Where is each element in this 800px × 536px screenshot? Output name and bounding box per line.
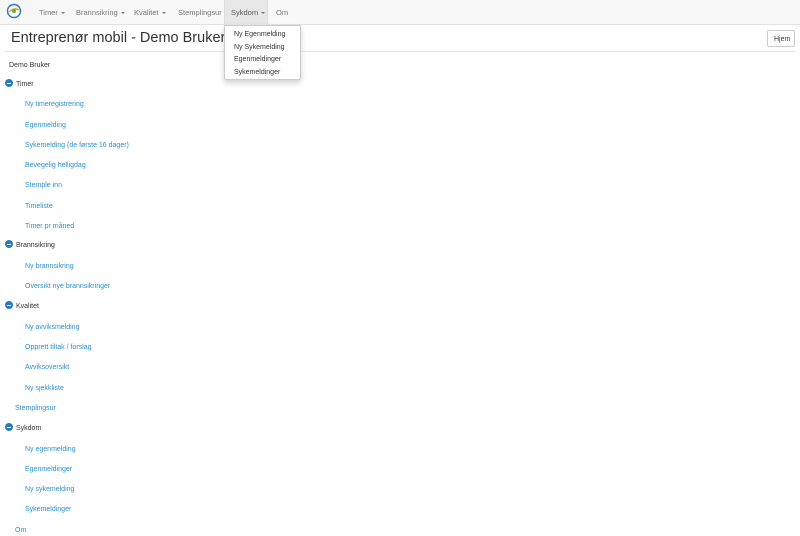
caret-down-icon <box>261 12 266 15</box>
link-ny-sjekkliste[interactable]: Ny sjekkliste <box>25 384 64 394</box>
link-om[interactable]: Om <box>15 526 26 536</box>
collapse-icon[interactable] <box>5 79 13 88</box>
dropdown-item-sykemeldinger[interactable]: Sykemeldinger <box>225 67 300 80</box>
link-opprett-tiltak[interactable]: Opprett tiltak / forslag <box>25 343 92 353</box>
dropdown-item-egenmeldinger[interactable]: Egenmeldinger <box>225 54 300 67</box>
caret-down-icon <box>161 12 166 15</box>
app-logo-icon[interactable] <box>6 3 22 19</box>
dropdown-item-ny-egenmelding[interactable]: Ny Egenmelding <box>225 29 300 42</box>
link-stemplingsur[interactable]: Stemplingsur <box>15 404 56 414</box>
link-timeliste[interactable]: Timeliste <box>25 202 53 212</box>
link-ny-avviksmelding[interactable]: Ny avviksmelding <box>25 323 79 333</box>
tree-group-kvalitet[interactable]: Kvalitet <box>5 301 39 312</box>
caret-down-icon <box>120 12 125 15</box>
link-oversikt-brannsikringer[interactable]: Oversikt nye brannsikringer <box>25 282 110 292</box>
link-ny-egenmelding[interactable]: Ny egenmelding <box>25 445 76 455</box>
link-ny-brannsikring[interactable]: Ny brannsikring <box>25 262 74 272</box>
link-avviksoversikt[interactable]: Avviksoversikt <box>25 363 69 373</box>
link-ny-timeregistrering[interactable]: Ny timeregistrering <box>25 100 84 110</box>
link-egenmelding[interactable]: Egenmelding <box>25 121 66 131</box>
home-button[interactable]: Hjem <box>767 30 795 47</box>
tree-group-timer[interactable]: Timer <box>5 79 34 90</box>
collapse-icon[interactable] <box>5 240 13 249</box>
nav-sykdom[interactable]: Sykdom <box>224 0 268 25</box>
link-egenmeldinger[interactable]: Egenmeldinger <box>25 465 72 475</box>
link-ny-sykemelding[interactable]: Ny sykemelding <box>25 485 74 495</box>
tree-group-brannsikring[interactable]: Brannsikring <box>5 240 55 251</box>
collapse-icon[interactable] <box>5 423 13 432</box>
page-title: Entreprenør mobil - Demo Bruker <box>11 30 226 46</box>
link-sykemelding-16-dager[interactable]: Sykemelding (de første 16 dager) <box>25 141 129 151</box>
tree-root-user: Demo Bruker <box>9 62 51 69</box>
nav-stemplingsur[interactable]: Stemplingsur <box>178 0 222 25</box>
collapse-icon[interactable] <box>5 301 13 310</box>
nav-timer[interactable]: Timer <box>39 0 65 25</box>
tree-group-sykdom[interactable]: Sykdom <box>5 423 41 434</box>
link-timer-pr-maned[interactable]: Timer pr måned <box>25 222 74 232</box>
navbar: Timer Brannsikring Kvalitet Stemplingsur… <box>0 0 800 25</box>
link-stemple-inn[interactable]: Stemple inn <box>25 181 62 191</box>
nav-kvalitet[interactable]: Kvalitet <box>134 0 166 25</box>
nav-brannsikring[interactable]: Brannsikring <box>76 0 125 25</box>
nav-om[interactable]: Om <box>276 0 288 25</box>
sykdom-dropdown-menu: Ny Egenmelding Ny Sykemelding Egenmeldin… <box>224 25 301 80</box>
link-bevegelig-helligdag[interactable]: Bevegelig helligdag <box>25 161 86 171</box>
caret-down-icon <box>60 12 65 15</box>
link-sykemeldinger[interactable]: Sykemeldinger <box>25 505 71 515</box>
divider <box>5 51 795 52</box>
dropdown-item-ny-sykemelding[interactable]: Ny Sykemelding <box>225 42 300 55</box>
